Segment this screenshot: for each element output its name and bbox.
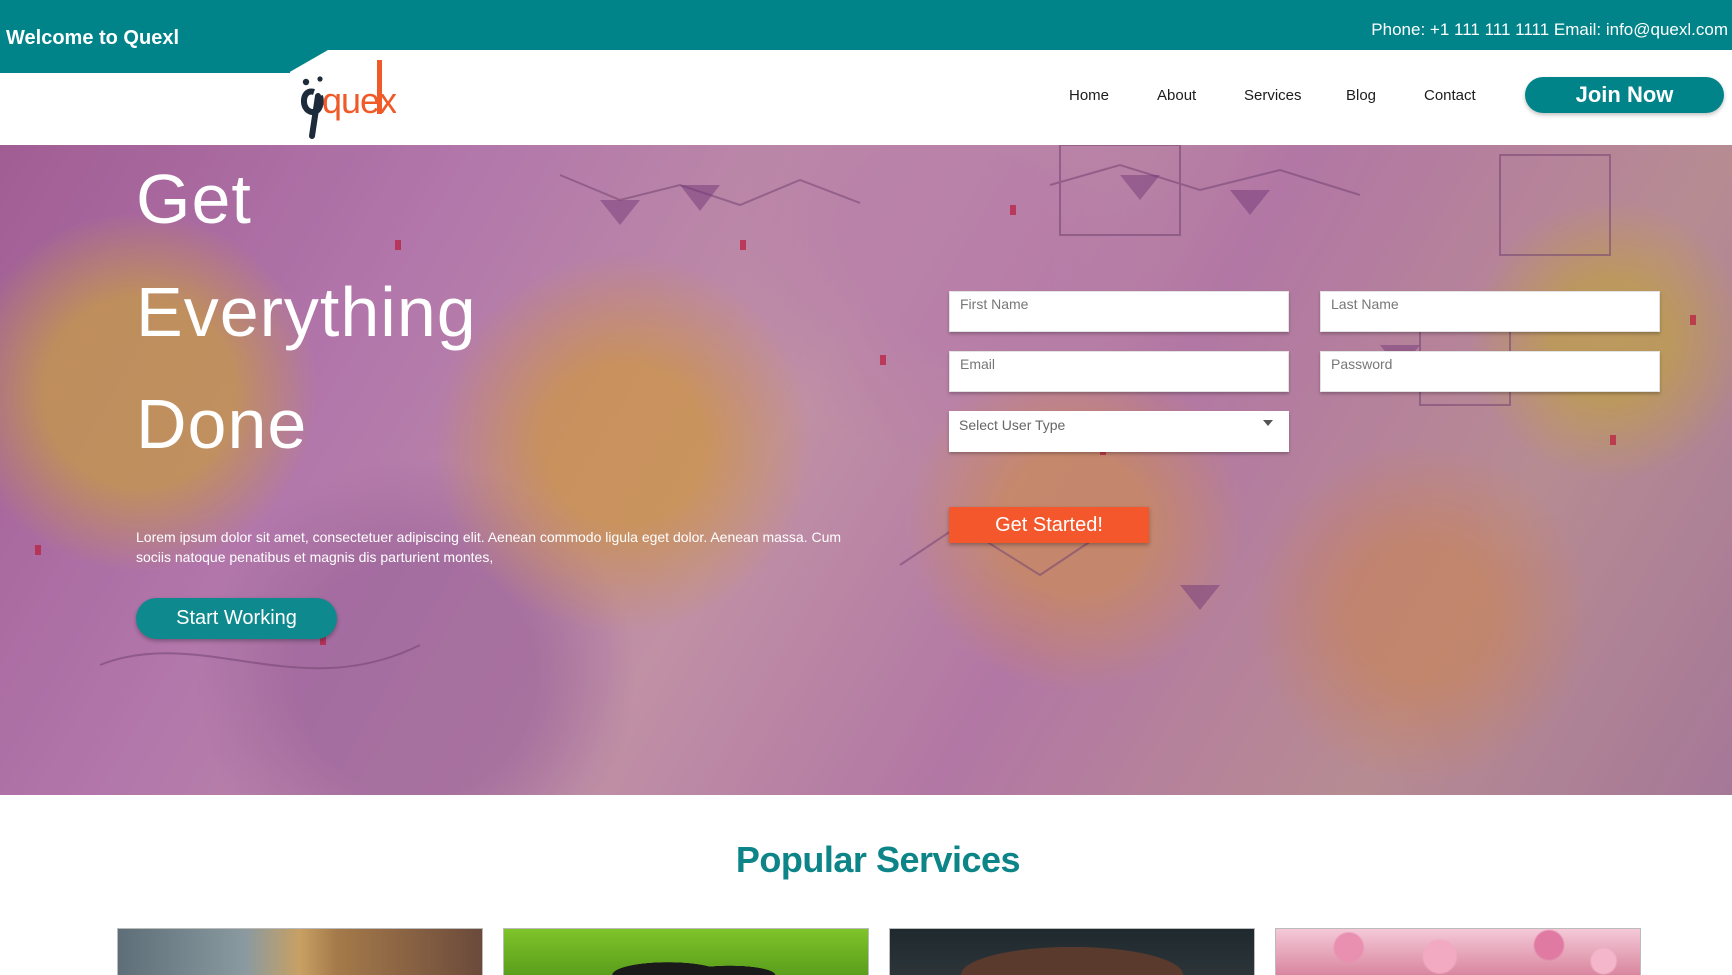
hero-section: Get Everything Done Lorem ipsum dolor si… xyxy=(0,145,1732,795)
nav-services[interactable]: Services xyxy=(1244,86,1302,106)
main-nav: Home About Services Blog Contact xyxy=(0,86,1732,112)
chevron-down-icon xyxy=(1263,420,1273,426)
service-card-image xyxy=(1276,929,1640,975)
last-name-field[interactable] xyxy=(1320,291,1660,332)
service-card[interactable] xyxy=(889,928,1255,975)
top-bar: Welcome to Quexl Phone: +1 111 111 1111 … xyxy=(0,0,1732,50)
user-type-select-value: Select User Type xyxy=(959,417,1066,433)
service-card[interactable] xyxy=(503,928,869,975)
get-started-button[interactable]: Get Started! xyxy=(949,507,1149,543)
email-field[interactable] xyxy=(949,351,1289,392)
password-field[interactable] xyxy=(1320,351,1660,392)
service-card[interactable] xyxy=(1275,928,1641,975)
welcome-text: Welcome to Quexl xyxy=(6,27,180,49)
service-card-image xyxy=(118,929,482,975)
service-card[interactable] xyxy=(117,928,483,975)
nav-contact[interactable]: Contact xyxy=(1424,86,1476,106)
nav-about[interactable]: About xyxy=(1157,86,1196,106)
first-name-field[interactable] xyxy=(949,291,1289,332)
hero-headline-line-2: Everything xyxy=(136,273,477,351)
nav-blog[interactable]: Blog xyxy=(1346,86,1376,106)
service-card-image xyxy=(890,929,1254,975)
contact-info: Phone: +1 111 111 1111 Email: info@quexl… xyxy=(1371,20,1728,39)
service-card-image xyxy=(504,929,868,975)
start-working-button[interactable]: Start Working xyxy=(136,598,337,639)
popular-services-heading: Popular Services xyxy=(735,839,1021,880)
hero-content: Get Everything Done Lorem ipsum dolor si… xyxy=(0,145,1732,795)
user-type-select[interactable]: Select User Type xyxy=(949,411,1289,452)
header-tab-decoration xyxy=(0,50,290,73)
hero-headline-line-3: Done xyxy=(136,385,308,463)
hero-description: Lorem ipsum dolor sit amet, consectetuer… xyxy=(136,529,842,565)
nav-home[interactable]: Home xyxy=(1069,86,1109,106)
join-now-button[interactable]: Join Now xyxy=(1525,77,1724,113)
hero-headline-line-1: Get xyxy=(136,160,252,238)
